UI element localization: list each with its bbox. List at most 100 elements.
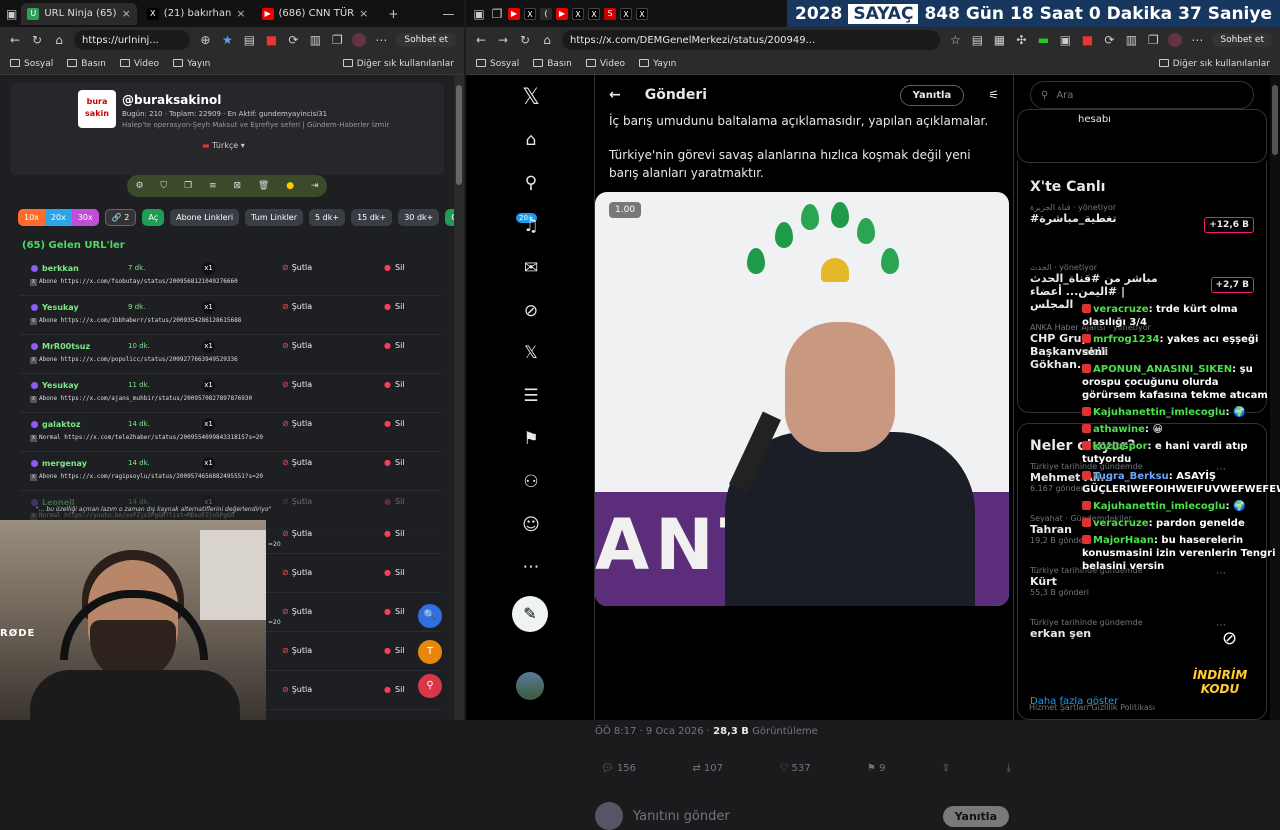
row-username[interactable]: MrR00tsuz	[30, 342, 90, 351]
browser-menu-icon[interactable]: ▣	[472, 7, 486, 21]
collections-icon[interactable]: ❐	[1146, 33, 1160, 47]
kick-button[interactable]: Şutla	[282, 341, 312, 350]
url-row[interactable]: Yesukay 11 dk. x1 Şutla Sil Abone https://x.c…	[0, 374, 454, 413]
bookmark-basin[interactable]: Basın	[67, 59, 106, 69]
reply-header-button[interactable]: Yanıtla	[899, 84, 965, 106]
delete-button[interactable]: Sil	[384, 568, 405, 577]
reload-icon[interactable]: ↻	[30, 33, 44, 47]
more-circle-icon[interactable]: ⋯	[520, 557, 542, 577]
pdf-extension-icon[interactable]: ■	[264, 33, 278, 47]
back-icon[interactable]: ←	[474, 33, 488, 47]
explore-search-icon[interactable]: ⚲	[520, 173, 542, 193]
bookmark-yayin[interactable]: Yayın	[173, 59, 210, 69]
tab-youtube-cnn[interactable]: ▶ (686) CNN TÜR ×	[256, 3, 375, 25]
filter-30x-button[interactable]: 30x	[71, 209, 99, 226]
repost-action[interactable]: ⇄ 107	[692, 763, 723, 774]
home-icon[interactable]: ⌂	[540, 33, 554, 47]
collections-icon[interactable]: ❐	[330, 33, 344, 47]
x-favicon[interactable]: X	[588, 7, 600, 20]
x-premium-icon[interactable]: 𝕏	[520, 343, 542, 363]
split-view-icon[interactable]: ▥	[308, 33, 322, 47]
tab-x-bakirhan[interactable]: X (21) bakırhan ×	[141, 3, 252, 25]
delete-button[interactable]: Sil	[384, 263, 405, 272]
home-icon[interactable]: ⌂	[52, 33, 66, 47]
playback-speed-badge[interactable]: 1.00	[609, 202, 642, 218]
filter-20x-button[interactable]: 20x	[44, 209, 72, 226]
delete-button[interactable]: Sil	[384, 380, 405, 389]
extension-icon[interactable]: ▦	[992, 33, 1006, 47]
bookmark-basin[interactable]: Basın	[533, 59, 572, 69]
scroll-thumb[interactable]	[456, 85, 462, 185]
new-tab-icon[interactable]: +	[388, 7, 398, 21]
lists-icon[interactable]: ☰	[520, 386, 542, 406]
url-field[interactable]: https://x.com/DEMGenelMerkezi/status/200…	[562, 30, 941, 50]
row-url[interactable]: Abone https://x.com/ragipsoylu/status/20…	[30, 473, 263, 481]
bookmark-other-favorites[interactable]: Diğer sık kullanılanlar	[1158, 59, 1270, 69]
delete-button[interactable]: Sil	[384, 646, 405, 655]
browser-menu-icon[interactable]: ▣	[6, 7, 17, 21]
like-action[interactable]: ♡ 537	[779, 763, 810, 774]
filter-sliders-icon[interactable]: ⚟	[988, 88, 999, 102]
close-tab-icon[interactable]: ×	[236, 7, 245, 20]
kick-button[interactable]: Şutla	[282, 568, 312, 577]
bookmark-sosyal[interactable]: Sosyal	[476, 59, 519, 69]
bookmark-sosyal[interactable]: Sosyal	[10, 59, 53, 69]
more-menu-icon[interactable]: ⋯	[374, 33, 388, 47]
bookmark-other-favorites[interactable]: Diğer sık kullanılanlar	[342, 59, 454, 69]
close-tab-icon[interactable]: ×	[359, 7, 368, 20]
messages-envelope-icon[interactable]: ✉	[520, 258, 542, 278]
compose-post-icon[interactable]: ✎	[512, 596, 548, 632]
delete-button[interactable]: Sil	[384, 497, 405, 506]
delete-button[interactable]: Sil	[384, 685, 405, 694]
kick-button[interactable]: Şutla	[282, 302, 312, 311]
row-url[interactable]: Abone https://x.com/populicc/status/2009…	[30, 356, 238, 364]
filter-15min-button[interactable]: 15 dk+	[351, 209, 393, 226]
favorite-star-icon[interactable]: ☆	[948, 33, 962, 47]
reload-icon[interactable]: ↻	[518, 33, 532, 47]
youtube-favicon[interactable]: ▶	[508, 7, 520, 20]
extension-icon[interactable]: ✣	[1014, 33, 1028, 47]
row-username[interactable]: Yesukay	[31, 303, 79, 312]
copilot-chat-button[interactable]: Sohbet et	[396, 33, 456, 47]
settings-icon[interactable]: ⚙	[135, 181, 143, 191]
trash-icon[interactable]: 🗑	[258, 181, 269, 191]
grok-floating-icon[interactable]: ⊘	[1222, 628, 1237, 649]
url-row[interactable]: berkkan 7 dk. x1 Şutla Sil Abone https://x.co…	[0, 257, 454, 296]
safe-button[interactable]: Güvenli	[445, 209, 454, 226]
bookmarks-icon[interactable]: ⚑	[520, 429, 542, 449]
bookmark-video[interactable]: Video	[119, 59, 159, 69]
delete-button[interactable]: Sil	[384, 341, 405, 350]
download-icon[interactable]: ⤓	[1007, 763, 1011, 774]
kick-button[interactable]: Şutla	[282, 419, 312, 428]
row-url[interactable]: Abone https://x.com/ajans_muhbir/status/…	[30, 395, 252, 403]
tab-actions-icon[interactable]: ❐	[490, 7, 504, 21]
delete-button[interactable]: Sil	[384, 458, 405, 467]
communities-icon[interactable]: ⚇	[520, 472, 542, 492]
zoom-icon[interactable]: ⊕	[198, 33, 212, 47]
delete-button[interactable]: Sil	[384, 302, 405, 311]
kick-button[interactable]: Şutla	[282, 263, 312, 272]
kick-button[interactable]: Şutla	[282, 607, 312, 616]
filter-30min-button[interactable]: 30 dk+	[398, 209, 440, 226]
subscriber-links-button[interactable]: Abone Linkleri	[170, 209, 240, 226]
share-icon[interactable]: ⇪	[942, 763, 950, 774]
row-url[interactable]: Abone https://x.com/fsobutay/status/2009…	[30, 278, 238, 286]
kick-button[interactable]: Şutla	[282, 380, 312, 389]
pdf-extension-icon[interactable]: ■	[1080, 33, 1094, 47]
x-favicon[interactable]: X	[572, 7, 584, 20]
profile-icon[interactable]: ☺	[520, 515, 542, 535]
copy-icon[interactable]: ❐	[184, 181, 192, 191]
profile-avatar[interactable]	[1168, 33, 1183, 47]
url-row[interactable]: Yesukay 9 dk. x1 Şutla Sil Abone https://x.co…	[0, 296, 454, 335]
filter-10x-button[interactable]: 10x	[18, 209, 45, 226]
delete-button[interactable]: Sil	[384, 607, 405, 616]
left-scrollbar[interactable]	[454, 75, 464, 720]
search-fab-icon[interactable]: 🔍	[418, 604, 442, 628]
more-menu-icon[interactable]: ⋯	[1190, 33, 1204, 47]
split-view-icon[interactable]: ▥	[1124, 33, 1138, 47]
copilot-chat-button[interactable]: Sohbet et	[1212, 33, 1272, 47]
url-row[interactable]: MrR00tsuz 10 dk. x1 Şutla Sil Abone https://x…	[0, 335, 454, 374]
reply-submit-button[interactable]: Yanıtla	[942, 805, 1009, 827]
favorite-star-icon[interactable]: ★	[220, 33, 234, 47]
x-logo-icon[interactable]: 𝕏	[520, 85, 542, 110]
